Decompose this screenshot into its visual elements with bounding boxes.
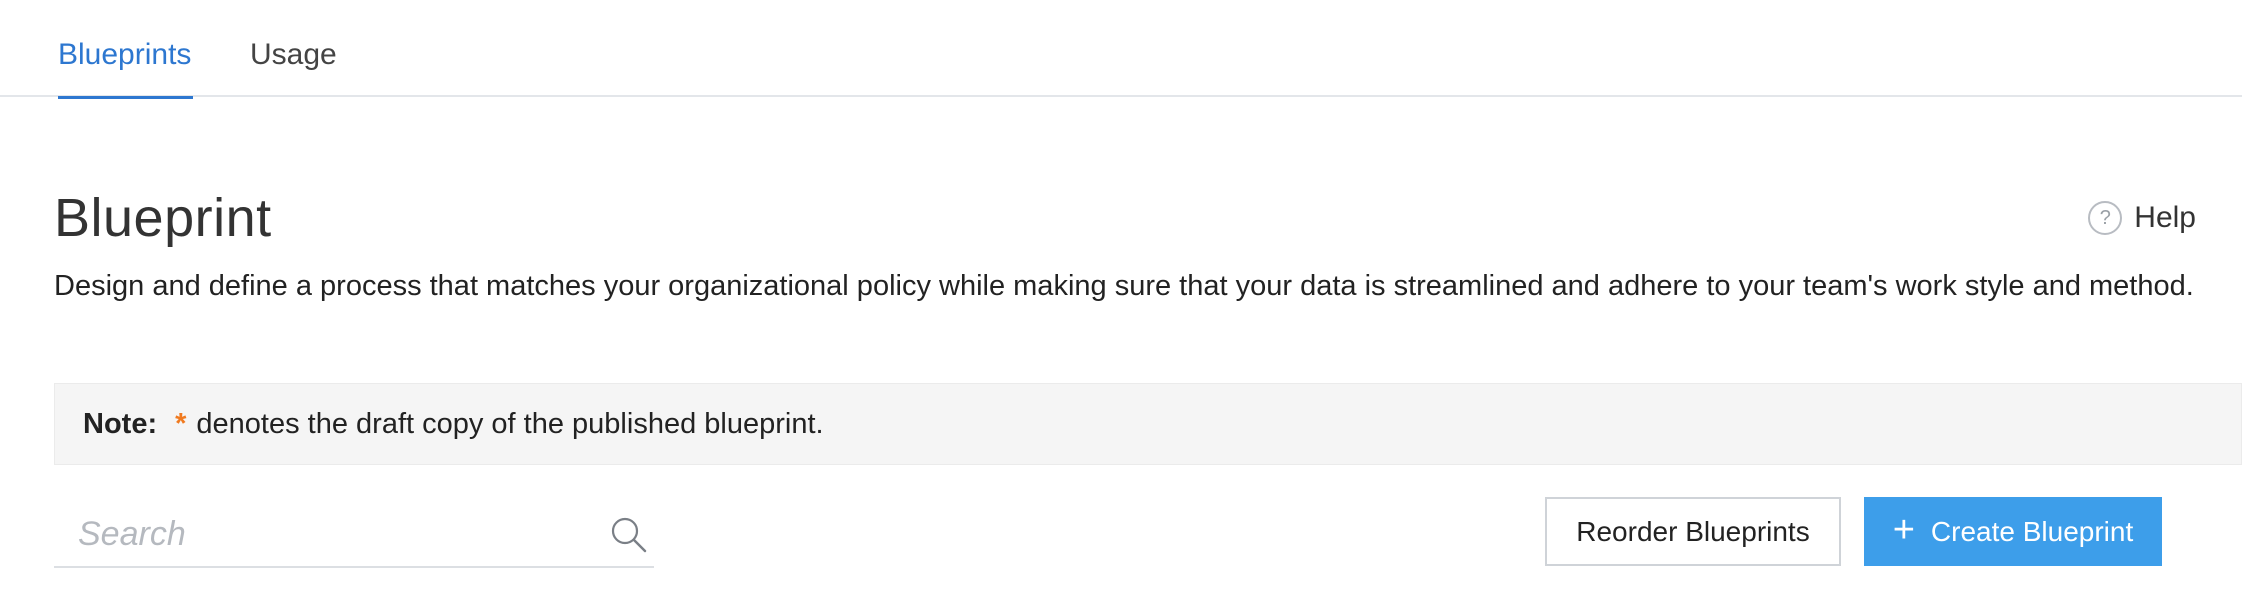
active-tab-indicator	[58, 96, 193, 99]
note-text: denotes the draft copy of the published …	[196, 407, 824, 440]
tab-bar: Blueprints Usage	[0, 0, 2242, 99]
plus-icon: +	[1892, 508, 1915, 551]
search-box	[54, 502, 654, 568]
help-link[interactable]: ? Help	[2088, 196, 2196, 240]
create-blueprint-label: Create Blueprint	[1930, 515, 2134, 547]
create-blueprint-button[interactable]: + Create Blueprint	[1864, 497, 2162, 566]
note-label: Note:	[83, 407, 158, 440]
blueprint-page: Blueprints Usage Blueprint ? Help Design…	[0, 0, 2242, 598]
draft-marker: *	[175, 407, 187, 440]
search-icon[interactable]	[608, 514, 648, 554]
tab-blueprints[interactable]: Blueprints	[58, 36, 193, 99]
question-circle-icon: ?	[2088, 201, 2123, 235]
tab-usage-label: Usage	[250, 38, 337, 71]
tab-usage[interactable]: Usage	[250, 36, 337, 97]
search-input[interactable]	[54, 514, 574, 554]
note-banner: Note: * denotes the draft copy of the pu…	[54, 383, 2242, 465]
tab-blueprints-label: Blueprints	[58, 38, 192, 71]
reorder-blueprints-label: Reorder Blueprints	[1576, 515, 1810, 547]
page-title: Blueprint	[54, 188, 272, 248]
reorder-blueprints-button[interactable]: Reorder Blueprints	[1545, 497, 1841, 566]
page-description: Design and define a process that matches…	[54, 270, 2194, 302]
help-label: Help	[2134, 201, 2196, 234]
